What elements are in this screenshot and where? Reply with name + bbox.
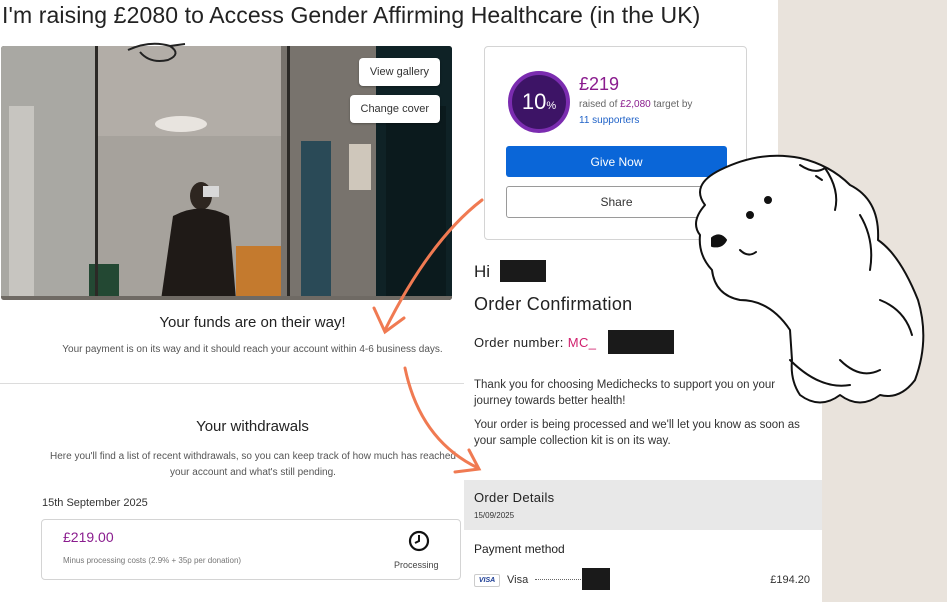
order-number-label: Order number: [474, 335, 568, 350]
raised-prefix: raised of [579, 99, 621, 110]
give-now-button[interactable]: Give Now [506, 146, 727, 177]
page-title: I'm raising £2080 to Access Gender Affir… [2, 2, 701, 28]
payment-amount: £194.20 [770, 574, 810, 586]
order-confirmation-email: Hi Order Confirmation Order number: MC_ … [464, 256, 822, 602]
view-gallery-button[interactable]: View gallery [358, 58, 440, 86]
email-paragraph-processing: Your order is being processed and we'll … [474, 419, 800, 447]
share-button[interactable]: Share [506, 186, 727, 218]
email-greeting: Hi [474, 262, 491, 281]
section-divider [0, 383, 470, 384]
order-date: 15/09/2025 [474, 511, 515, 520]
redacted-name [500, 260, 546, 282]
clock-icon [408, 530, 430, 552]
withdrawals-title: Your withdrawals [196, 418, 309, 435]
visa-card-icon: VISA [474, 574, 500, 587]
target-amount: £2,080 [620, 99, 651, 110]
cover-photo[interactable]: View gallery Change cover [1, 46, 452, 300]
order-details-bar: Order Details 15/09/2025 [464, 480, 822, 530]
withdrawal-card[interactable]: £219.00 Minus processing costs (2.9% + 3… [41, 519, 461, 580]
order-number-value: MC_ [567, 335, 597, 350]
target-suffix: target by [650, 99, 693, 110]
email-title: Order Confirmation [474, 294, 633, 314]
donation-progress-card: 10% £219 raised of £2,080 target by 11 s… [484, 46, 747, 240]
withdrawal-amount: £219.00 [63, 529, 114, 545]
withdrawal-date: 15th September 2025 [42, 497, 148, 509]
change-cover-button[interactable]: Change cover [349, 95, 440, 123]
order-number: Order number: MC_ [474, 335, 596, 350]
redacted-card-digits [582, 568, 610, 590]
order-details-title: Order Details [474, 490, 555, 505]
withdrawal-status: Processing [394, 560, 439, 570]
email-paragraph-thanks: Thank you for choosing Medichecks to sup… [474, 379, 776, 407]
progress-percent-sign: % [546, 100, 557, 112]
withdrawals-description: Here you'll find a list of recent withdr… [49, 451, 456, 478]
card-label: Visa [507, 574, 529, 586]
payment-method-title: Payment method [474, 542, 565, 556]
withdrawal-note: Minus processing costs (2.9% + 35p per d… [63, 556, 242, 565]
raised-amount: £219 [579, 74, 620, 94]
progress-percent: 10 [521, 89, 547, 114]
funds-title: Your funds are on their way! [159, 314, 346, 331]
funds-description: Your payment is on its way and it should… [62, 344, 443, 355]
redacted-order-number [608, 330, 674, 354]
masked-card-number [535, 579, 583, 580]
raised-target-line: raised of £2,080 target by [579, 99, 692, 110]
supporters-link[interactable]: 11 supporters [579, 115, 639, 126]
progress-ring: 10% [508, 71, 570, 133]
